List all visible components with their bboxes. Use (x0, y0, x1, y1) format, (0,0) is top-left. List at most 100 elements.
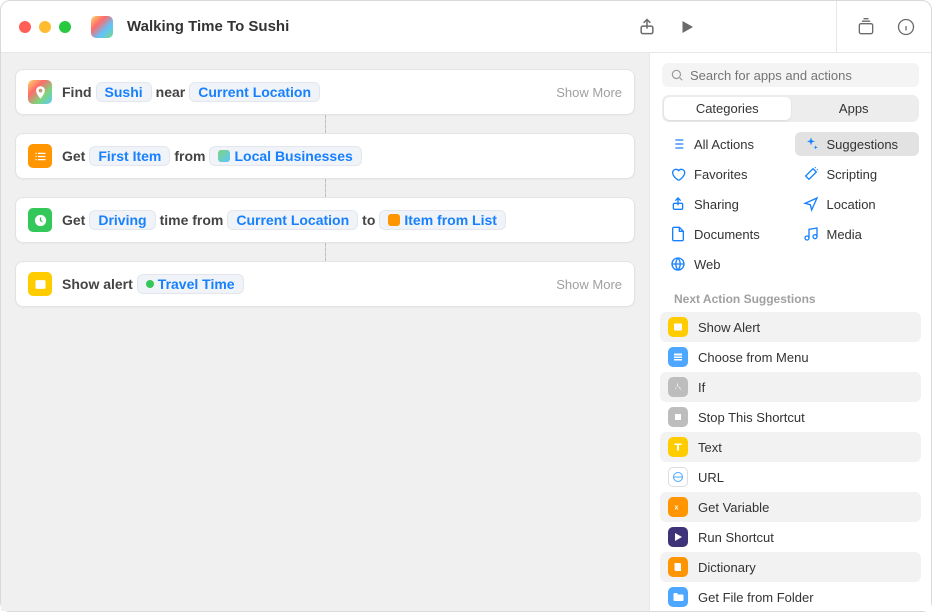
action-find-places[interactable]: Find Sushi near Current Location Show Mo… (15, 69, 635, 115)
suggestion-label: Stop This Shortcut (698, 410, 805, 425)
category-all[interactable]: All Actions (662, 132, 787, 156)
suggestion-item[interactable]: Get File from Folder (660, 582, 921, 611)
share-icon (670, 196, 686, 212)
connector (325, 179, 326, 197)
suggestion-label: Get File from Folder (698, 590, 814, 605)
action-body: Find Sushi near Current Location (62, 82, 320, 102)
param-location[interactable]: Current Location (189, 82, 320, 102)
suggestion-item[interactable]: If (660, 372, 921, 402)
magic-var-local-businesses[interactable]: Local Businesses (209, 146, 361, 166)
library-icon[interactable] (855, 16, 877, 38)
action-body: Get First Item from Local Businesses (62, 146, 362, 166)
suggestion-item[interactable]: xGet Variable (660, 492, 921, 522)
workflow-editor[interactable]: Find Sushi near Current Location Show Mo… (1, 53, 649, 611)
show-more-button[interactable]: Show More (556, 277, 622, 292)
var-icon: x (668, 497, 688, 517)
traffic-lights (19, 21, 71, 33)
magic-var-item-from-list[interactable]: Item from List (379, 210, 506, 230)
param-mode[interactable]: Driving (89, 210, 155, 230)
param-query[interactable]: Sushi (96, 82, 152, 102)
run-icon (668, 527, 688, 547)
search-row (650, 53, 931, 95)
show-more-button[interactable]: Show More (556, 85, 622, 100)
category-documents[interactable]: Documents (662, 222, 787, 246)
list-header: Next Action Suggestions (660, 286, 921, 312)
heart-icon (670, 166, 686, 182)
share-icon[interactable] (636, 16, 658, 38)
content-area: Find Sushi near Current Location Show Mo… (1, 53, 931, 611)
music-icon (803, 226, 819, 242)
play-icon[interactable] (676, 16, 698, 38)
globe-icon (670, 256, 686, 272)
action-show-alert[interactable]: Show alert Travel Time Show More (15, 261, 635, 307)
suggestion-item[interactable]: Text (660, 432, 921, 462)
suggestion-item[interactable]: Stop This Shortcut (660, 402, 921, 432)
magic-var-icon (388, 214, 400, 226)
list-icon (670, 136, 686, 152)
action-text: from (174, 148, 205, 164)
action-verb: Find (62, 84, 92, 100)
suggestion-item[interactable]: Run Shortcut (660, 522, 921, 552)
category-web[interactable]: Web (662, 252, 787, 276)
action-body: Show alert Travel Time (62, 274, 244, 294)
suggestion-item[interactable]: URL (660, 462, 921, 492)
search-field[interactable] (662, 63, 919, 87)
zoom-window[interactable] (59, 21, 71, 33)
suggestion-label: Dictionary (698, 560, 756, 575)
category-label: Documents (694, 227, 760, 242)
category-media[interactable]: Media (795, 222, 920, 246)
magic-var-label: Travel Time (158, 276, 235, 292)
sparkle-icon (803, 136, 819, 152)
action-text: to (362, 212, 375, 228)
segmented-control[interactable]: Categories Apps (662, 95, 919, 122)
url-icon (668, 467, 688, 487)
tab-categories[interactable]: Categories (664, 97, 791, 120)
category-label: Favorites (694, 167, 747, 182)
dict-icon (668, 557, 688, 577)
stop-icon (668, 407, 688, 427)
action-travel-time[interactable]: Get Driving time from Current Location t… (15, 197, 635, 243)
search-icon (670, 68, 684, 82)
text-icon (668, 437, 688, 457)
magic-var-label: Item from List (404, 212, 497, 228)
category-location[interactable]: Location (795, 192, 920, 216)
suggestion-item[interactable]: Dictionary (660, 552, 921, 582)
action-verb: Get (62, 148, 85, 164)
tab-apps[interactable]: Apps (791, 97, 918, 120)
magic-var-label: Local Businesses (234, 148, 352, 164)
category-label: Web (694, 257, 721, 272)
suggestion-item[interactable]: Choose from Menu (660, 342, 921, 372)
connector (325, 243, 326, 261)
category-sharing[interactable]: Sharing (662, 192, 787, 216)
doc-icon (670, 226, 686, 242)
window-title: Walking Time To Sushi (127, 18, 289, 35)
minimize-window[interactable] (39, 21, 51, 33)
arrow-icon (803, 196, 819, 212)
magic-var-travel-time[interactable]: Travel Time (137, 274, 244, 294)
clock-icon (28, 208, 52, 232)
suggestion-label: Choose from Menu (698, 350, 809, 365)
category-suggestions[interactable]: Suggestions (795, 132, 920, 156)
param-origin[interactable]: Current Location (227, 210, 358, 230)
category-favorites[interactable]: Favorites (662, 162, 787, 186)
search-input[interactable] (690, 68, 911, 83)
menu-icon (668, 347, 688, 367)
category-label: Scripting (827, 167, 878, 182)
suggestion-item[interactable]: Show Alert (660, 312, 921, 342)
maps-icon (28, 80, 52, 104)
branch-icon (668, 377, 688, 397)
category-grid: All Actions Suggestions Favorites Scripting… (650, 132, 931, 286)
action-body: Get Driving time from Current Location t… (62, 210, 506, 230)
titlebar-right (636, 1, 917, 53)
category-label: Sharing (694, 197, 739, 212)
info-icon[interactable] (895, 16, 917, 38)
action-get-item[interactable]: Get First Item from Local Businesses (15, 133, 635, 179)
suggestion-label: Text (698, 440, 722, 455)
close-window[interactable] (19, 21, 31, 33)
category-label: Suggestions (827, 137, 899, 152)
category-scripting[interactable]: Scripting (795, 162, 920, 186)
param-item[interactable]: First Item (89, 146, 170, 166)
action-text: near (156, 84, 186, 100)
shortcut-icon (91, 16, 113, 38)
folder-icon (668, 587, 688, 607)
